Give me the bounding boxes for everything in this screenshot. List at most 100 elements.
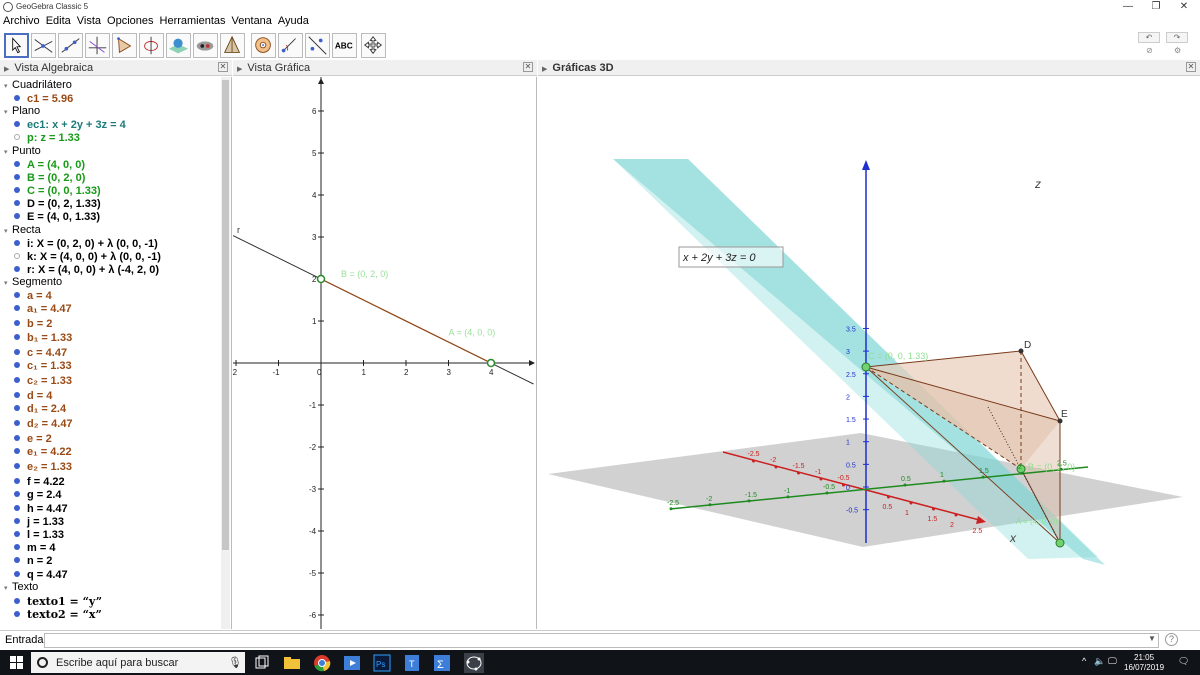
visibility-toggle-dot-icon[interactable] [14,448,20,455]
settings-gear-icon[interactable]: ⚙ [1174,46,1181,55]
point-A[interactable] [486,358,496,368]
visibility-toggle-dot-icon[interactable] [14,517,20,524]
visibility-toggle-dot-icon[interactable] [14,266,20,272]
expand-triangle-icon[interactable]: ▾ [4,148,12,156]
volume-icon[interactable]: 🔈 [1094,656,1105,667]
visibility-toggle-dot-icon[interactable] [14,320,20,327]
algebra-item[interactable]: A = (4, 0, 0) [14,159,85,172]
collapse-triangle-icon[interactable]: ▶ [237,62,242,78]
algebra-item[interactable]: r: X = (4, 0, 0) + λ (-4, 2, 0) [14,264,159,277]
chrome-icon[interactable] [312,653,332,673]
visibility-toggle-dot-icon[interactable] [14,611,20,617]
visibility-toggle-dot-icon[interactable] [14,187,20,193]
visibility-toggle-dot-icon[interactable] [14,420,20,426]
collapse-triangle-icon[interactable]: ▶ [542,62,547,78]
algebra-item[interactable]: texto2 = “x” [14,608,102,621]
menu-edita[interactable]: Edita [43,14,74,28]
visibility-toggle-dot-icon[interactable] [14,361,20,368]
rotate-view-tool-button[interactable] [251,33,276,58]
algebra-item[interactable]: a = 4 [14,290,52,303]
expand-triangle-icon[interactable]: ▾ [4,279,12,287]
algebra-item[interactable]: c₂ = 1.33 [14,375,72,388]
sphere-tool-button[interactable] [166,33,191,58]
visibility-toggle-dot-icon[interactable] [14,348,20,355]
menu-herramientas[interactable]: Herramientas [157,14,229,28]
expand-triangle-icon[interactable]: ▾ [4,584,12,592]
algebra-item[interactable]: e₂ = 1.33 [14,461,72,474]
algebra-group-header[interactable]: ▾ Punto [4,145,41,158]
algebra-group-header[interactable]: ▾ Cuadrilátero [4,79,72,92]
close-button[interactable]: ✕ [1169,0,1199,14]
menu-vista[interactable]: Vista [74,14,104,28]
algebra-item[interactable]: h = 4.47 [14,503,68,516]
graphics-2d-canvas[interactable]: -2-101234654321-1-2-3-4-5-6rB = (0, 2, 0… [233,77,537,629]
perpendicular-line-tool-button[interactable] [85,33,110,58]
graphics-3d-canvas[interactable]: D E C = (0, 0, 1.33) B = (0, 2, 0) A = (… [538,77,1200,629]
expand-triangle-icon[interactable]: ▾ [4,82,12,90]
algebra-item[interactable]: B = (0, 2, 0) [14,172,85,185]
move-tool-button[interactable] [4,33,29,58]
point-C[interactable] [861,362,871,372]
undo-button[interactable]: ↶ [1138,32,1160,43]
polygon-tool-button[interactable] [112,33,137,58]
sigma-app-icon[interactable]: Σ [432,653,452,673]
visibility-toggle-dot-icon[interactable] [14,213,20,220]
visibility-toggle-dot-icon[interactable] [14,292,20,299]
visibility-toggle-dot-icon[interactable] [14,504,20,511]
graphics-view[interactable]: -2-101234654321-1-2-3-4-5-6rB = (0, 2, 0… [233,77,537,629]
visibility-toggle-dot-icon[interactable] [14,557,20,564]
menu-ventana[interactable]: Ventana [229,14,275,28]
algebra-group-header[interactable]: ▾ Texto [4,581,38,594]
circle-tool-button[interactable] [139,33,164,58]
menu-ayuda[interactable]: Ayuda [275,14,312,28]
minimize-button[interactable]: — [1113,0,1143,14]
help-small-icon[interactable]: ⊘ [1146,46,1153,55]
algebra-item[interactable]: g = 2.4 [14,489,62,502]
scrollbar-thumb[interactable] [222,80,229,550]
visibility-toggle-dot-icon[interactable] [14,405,20,411]
point-on-object-tool-button[interactable] [31,33,56,58]
algebra-item[interactable]: e = 2 [14,433,52,446]
reflect-tool-button[interactable] [305,33,330,58]
file-explorer-icon[interactable] [282,653,302,673]
algebra-item[interactable]: p: z = 1.33 [14,132,80,145]
visibility-toggle-dot-icon[interactable] [14,435,20,441]
visibility-toggle-dot-icon[interactable] [14,252,20,259]
segment-a1[interactable] [320,278,492,364]
algebra-item[interactable]: ec1: x + 2y + 3z = 4 [14,119,126,132]
network-icon[interactable]: 🖵 [1108,656,1117,667]
algebra-item[interactable]: n = 2 [14,555,52,568]
visibility-toggle-dot-icon[interactable] [14,491,20,498]
visibility-toggle-dot-icon[interactable] [14,239,20,246]
algebra-group-header[interactable]: ▾ Recta [4,224,41,237]
point-A[interactable] [1055,538,1065,548]
close-algebra-view-button[interactable]: ✕ [218,62,228,72]
visibility-toggle-dot-icon[interactable] [14,570,20,577]
notifications-icon[interactable]: 🗨 [1178,656,1189,667]
visibility-toggle-dot-icon[interactable] [14,134,20,141]
point-B[interactable] [316,274,326,284]
algebra-item[interactable]: c = 4.47 [14,347,67,360]
algebra-item[interactable]: a₁ = 4.47 [14,303,72,316]
algebra-item[interactable]: c1 = 5.96 [14,93,73,106]
expand-triangle-icon[interactable]: ▾ [4,227,12,235]
algebra-item[interactable]: b₁ = 1.33 [14,332,72,345]
pyramid-tool-button[interactable] [220,33,245,58]
input-help-button[interactable]: ? [1165,633,1178,646]
algebra-item[interactable]: m = 4 [14,542,55,555]
visibility-toggle-dot-icon[interactable] [14,160,20,167]
line-tool-button[interactable] [58,33,83,58]
graphics-3d-view[interactable]: D E C = (0, 0, 1.33) B = (0, 2, 0) A = (… [538,77,1200,629]
task-view-icon[interactable] [252,653,272,673]
algebra-item[interactable]: E = (4, 0, 1.33) [14,211,100,224]
microphone-icon[interactable]: 🎙 [228,656,242,669]
algebra-item[interactable]: j = 1.33 [14,516,64,529]
tray-chevron-icon[interactable]: ^ [1082,656,1086,666]
app-t-icon[interactable]: T [402,653,422,673]
algebra-item[interactable]: texto1 = “y” [14,595,102,608]
algebra-item[interactable]: D = (0, 2, 1.33) [14,198,101,211]
history-dropdown-icon[interactable]: ▼ [1148,634,1156,643]
visibility-toggle-dot-icon[interactable] [14,121,20,128]
algebra-item[interactable]: c₁ = 1.33 [14,360,72,373]
algebra-group-header[interactable]: ▾ Segmento [4,276,62,289]
